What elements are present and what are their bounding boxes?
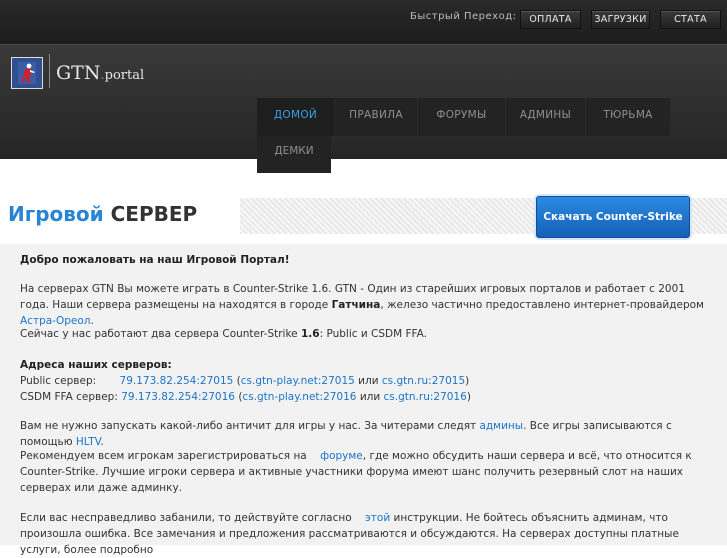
- title-blue-word: Игровой: [8, 202, 104, 226]
- site-logo-text[interactable]: GTN.portal: [56, 62, 144, 84]
- p2-text-b: : Public и CSDM FFA.: [319, 328, 427, 340]
- public-alt1-link[interactable]: cs.gtn-play.net:27015: [241, 375, 355, 387]
- top-bar: Быстрый Переход: ОПЛАТА ЗАГРУЗКИ СТАТА: [0, 0, 727, 44]
- or-text: или: [358, 375, 379, 387]
- csdm-label: CSDM FFA сервер:: [20, 391, 118, 403]
- p2-text-a: Сейчас у нас работают два сервера Counte…: [20, 328, 301, 340]
- hltv-link[interactable]: HLTV: [76, 436, 101, 448]
- p4-text-c: .: [100, 436, 104, 448]
- nav-admins[interactable]: АДМИНЫ: [506, 98, 586, 136]
- p6-text-a: Если вас несправедливо забанили, то дейс…: [20, 512, 356, 524]
- logo-divider: [49, 54, 50, 88]
- logo-main: GTN: [56, 62, 101, 84]
- title-dark-word: СЕРВЕР: [110, 202, 198, 226]
- p5-text-a: Рекомендуем всем игрокам зарегистрироват…: [20, 450, 311, 462]
- or-text: или: [359, 391, 381, 403]
- quick-nav-label: Быстрый Переход:: [410, 11, 517, 22]
- csdm-ip-link[interactable]: 79.173.82.254:27016: [121, 391, 235, 403]
- anticheat-paragraph: Вам не нужно запускать какой-либо античи…: [20, 418, 710, 450]
- addresses-block: Адреса наших серверов: Public сервер: 79…: [20, 359, 471, 403]
- admins-link[interactable]: админы: [479, 420, 523, 432]
- payment-button[interactable]: ОПЛАТА: [520, 10, 581, 29]
- nav-demos[interactable]: ДЕМКИ: [257, 136, 331, 173]
- city-name: Гатчина: [331, 299, 381, 311]
- intro-paragraph: На серверах GTN Вы можете играть в Count…: [20, 281, 710, 329]
- public-label: Public сервер:: [20, 375, 97, 387]
- addresses-heading: Адреса наших серверов:: [20, 359, 172, 371]
- nav-home[interactable]: ДОМОЙ: [257, 98, 335, 136]
- servers-paragraph: Сейчас у нас работают два сервера Counte…: [20, 326, 710, 342]
- p4-text-a: Вам не нужно запускать какой-либо античи…: [20, 420, 480, 432]
- cs-version: 1.6: [300, 328, 320, 340]
- page-title: Игровой СЕРВЕР: [8, 202, 197, 226]
- nav-jail[interactable]: ТЮРЬМА: [586, 98, 671, 136]
- forum-link[interactable]: форуме: [320, 450, 363, 462]
- downloads-button[interactable]: ЗАГРУЗКИ: [591, 10, 650, 29]
- p1-text-b: , железо частично предоставлено интернет…: [380, 299, 704, 311]
- welcome-heading: Добро пожаловать на наш Игровой Портал!: [20, 254, 290, 266]
- forum-paragraph: Рекомендуем всем игрокам зарегистрироват…: [20, 448, 710, 496]
- stats-button[interactable]: СТАТА: [660, 10, 721, 29]
- public-ip-link[interactable]: 79.173.82.254:27015: [120, 375, 234, 387]
- nav-rules[interactable]: ПРАВИЛА: [335, 98, 418, 136]
- public-alt2-link[interactable]: cs.gtn.ru:27015: [382, 375, 465, 387]
- csdm-alt2-link[interactable]: cs.gtn.ru:27016: [384, 391, 467, 403]
- ban-paragraph: Если вас несправедливо забанили, то дейс…: [20, 510, 710, 558]
- download-cs-button[interactable]: Скачать Counter-Strike: [536, 196, 690, 238]
- nav-forums[interactable]: ФОРУМЫ: [418, 98, 506, 136]
- csdm-alt1-link[interactable]: cs.gtn-play.net:27016: [242, 391, 356, 403]
- instruction-link[interactable]: этой: [365, 512, 390, 524]
- cs-logo-icon[interactable]: [11, 57, 43, 89]
- logo-sub: portal: [104, 68, 145, 83]
